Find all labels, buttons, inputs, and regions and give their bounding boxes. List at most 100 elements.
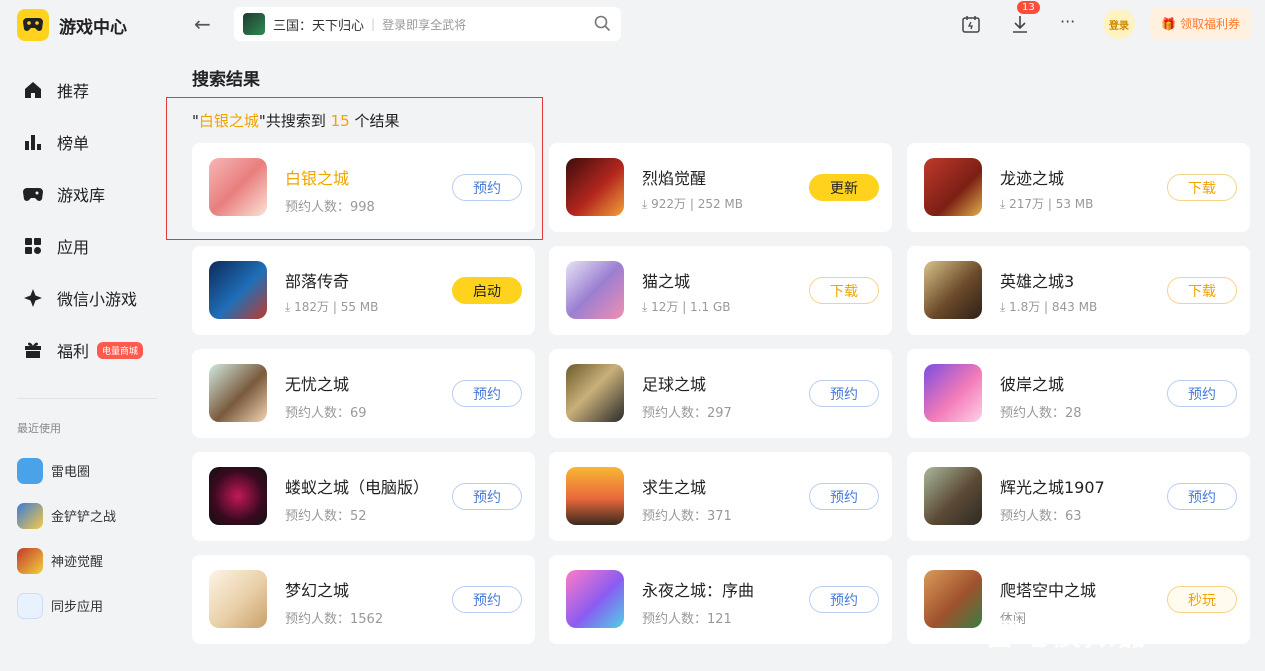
- reserve-button[interactable]: 预约: [809, 586, 879, 613]
- recent-title: 最近使用: [17, 422, 61, 435]
- reserve-button[interactable]: 预约: [809, 483, 879, 510]
- reserve-button[interactable]: 预约: [452, 380, 522, 407]
- game-name: 龙迹之城: [1000, 169, 1065, 188]
- reserve-button[interactable]: 预约: [1167, 380, 1237, 407]
- game-icon: [566, 158, 624, 216]
- gift-icon: [22, 339, 44, 361]
- back-arrow-icon[interactable]: ←: [194, 12, 211, 36]
- reserve-button[interactable]: 预约: [1167, 483, 1237, 510]
- game-name: 足球之城: [642, 375, 707, 394]
- recent-item[interactable]: 雷电圈: [17, 448, 116, 493]
- game-card[interactable]: 足球之城 预约人数：297 预约: [549, 349, 892, 438]
- result-count: 15: [330, 112, 350, 130]
- reserve-button[interactable]: 预约: [452, 174, 522, 201]
- search-game-thumbnail: [243, 13, 265, 35]
- search-icon[interactable]: [594, 15, 611, 36]
- instant-play-button[interactable]: 秒玩: [1167, 586, 1237, 613]
- game-name: 部落传奇: [285, 272, 350, 291]
- launch-button[interactable]: 启动: [452, 277, 522, 304]
- watermark: 雷电模拟器: [985, 618, 1150, 653]
- calendar-icon[interactable]: [961, 14, 981, 38]
- search-query[interactable]: 三国：天下归心: [273, 15, 364, 34]
- recent-item[interactable]: 同步应用: [17, 583, 116, 628]
- nav-label: 游戏库: [57, 186, 106, 205]
- download-button[interactable]: 下载: [809, 277, 879, 304]
- search-separator: |: [371, 17, 376, 31]
- game-card[interactable]: 部落传奇 ⤓ 182万 | 55 MB 启动: [192, 246, 535, 335]
- sidebar: 游戏中心 推荐 榜单 游戏库 应用 微信小游戏 福利 电量商城 最近使用 雷电圈…: [0, 0, 170, 671]
- sparkle-icon: [22, 287, 44, 309]
- nav-label: 福利: [57, 342, 90, 361]
- nav-label: 应用: [57, 238, 90, 257]
- recent-item-label: 神迹觉醒: [51, 555, 104, 570]
- game-icon: [209, 158, 267, 216]
- game-name: 永夜之城：序曲: [642, 581, 755, 600]
- game-card[interactable]: 彼岸之城 预约人数：28 预约: [907, 349, 1250, 438]
- game-icon: [924, 261, 982, 319]
- login-button[interactable]: 登录: [1103, 9, 1135, 39]
- game-name: 辉光之城1907: [1000, 478, 1105, 497]
- game-name: 无忧之城: [285, 375, 350, 394]
- app-logo[interactable]: 游戏中心: [17, 9, 127, 41]
- game-icon: [209, 261, 267, 319]
- search-placeholder[interactable]: 登录即享全武将: [382, 16, 466, 33]
- game-card[interactable]: 求生之城 预约人数：371 预约: [549, 452, 892, 541]
- search-box[interactable]: 三国：天下归心 | 登录即享全武将: [234, 7, 621, 41]
- download-icon[interactable]: [1010, 14, 1030, 38]
- nav-label: 榜单: [57, 134, 90, 153]
- topbar: ← 三国：天下归心 | 登录即享全武将: [170, 0, 1265, 48]
- download-button[interactable]: 下载: [1167, 277, 1237, 304]
- gamepad-icon: [22, 183, 44, 205]
- game-meta: 预约人数：121: [642, 612, 732, 627]
- game-card[interactable]: 梦幻之城 预约人数：1562 预约: [192, 555, 535, 644]
- search-keyword: 白银之城: [198, 112, 259, 130]
- nav-item-ranking[interactable]: 榜单: [22, 116, 143, 168]
- game-card[interactable]: 蝼蚁之城（电脑版） 预约人数：52 预约: [192, 452, 535, 541]
- game-icon: [566, 570, 624, 628]
- reserve-button[interactable]: 预约: [809, 380, 879, 407]
- game-icon: [566, 261, 624, 319]
- gamepad-logo-icon: [17, 9, 49, 41]
- update-button[interactable]: 更新: [809, 174, 879, 201]
- game-icon: [566, 467, 624, 525]
- game-meta: ⤓ 12万 | 1.1 GB: [642, 300, 731, 314]
- summary-text: "共搜索到: [258, 112, 326, 130]
- game-meta: ⤓ 1.8万 | 843 MB: [1000, 300, 1098, 314]
- nav-item-apps[interactable]: 应用: [22, 220, 143, 272]
- nav-item-recommend[interactable]: 推荐: [22, 64, 143, 116]
- bar-chart-icon: [22, 131, 44, 153]
- game-card[interactable]: 龙迹之城 ⤓ 217万 | 53 MB 下载: [907, 143, 1250, 232]
- game-card[interactable]: 辉光之城1907 预约人数：63 预约: [907, 452, 1250, 541]
- game-card[interactable]: 烈焰觉醒 ⤓ 922万 | 252 MB 更新: [549, 143, 892, 232]
- game-meta: ⤓ 182万 | 55 MB: [285, 300, 379, 314]
- claim-coupon-button[interactable]: 🎁 领取福利券: [1150, 8, 1251, 39]
- recent-item[interactable]: 神迹觉醒: [17, 538, 116, 583]
- game-icon: [17, 502, 43, 529]
- nav-item-wechat-minigames[interactable]: 微信小游戏: [22, 272, 143, 324]
- game-name: 烈焰觉醒: [642, 169, 707, 188]
- download-button[interactable]: 下载: [1167, 174, 1237, 201]
- game-card[interactable]: 猫之城 ⤓ 12万 | 1.1 GB 下载: [549, 246, 892, 335]
- game-meta: ⤓ 922万 | 252 MB: [642, 197, 743, 211]
- game-icon: [924, 570, 982, 628]
- game-card[interactable]: 英雄之城3 ⤓ 1.8万 | 843 MB 下载: [907, 246, 1250, 335]
- nav-item-welfare[interactable]: 福利 电量商城: [22, 324, 144, 376]
- game-name: 英雄之城3: [1000, 272, 1075, 291]
- recent-item[interactable]: 金铲铲之战: [17, 493, 116, 538]
- nav-label: 微信小游戏: [57, 290, 138, 309]
- game-meta: 预约人数：28: [1000, 406, 1082, 421]
- more-icon[interactable]: ···: [1060, 12, 1075, 31]
- game-card[interactable]: 无忧之城 预约人数：69 预约: [192, 349, 535, 438]
- game-card[interactable]: 永夜之城：序曲 预约人数：121 预约: [549, 555, 892, 644]
- recent-item-label: 同步应用: [51, 600, 104, 615]
- game-name: 猫之城: [642, 272, 691, 291]
- game-meta: 预约人数：297: [642, 406, 732, 421]
- nav-item-game-library[interactable]: 游戏库: [22, 168, 143, 220]
- game-meta: 预约人数：1562: [285, 612, 384, 627]
- game-icon: [209, 364, 267, 422]
- reserve-button[interactable]: 预约: [452, 483, 522, 510]
- leidian-circle-icon: [17, 457, 43, 484]
- result-summary: "白银之城"共搜索到 15 个结果: [192, 110, 400, 131]
- game-card[interactable]: 白银之城 预约人数：998 预约: [192, 143, 535, 232]
- reserve-button[interactable]: 预约: [452, 586, 522, 613]
